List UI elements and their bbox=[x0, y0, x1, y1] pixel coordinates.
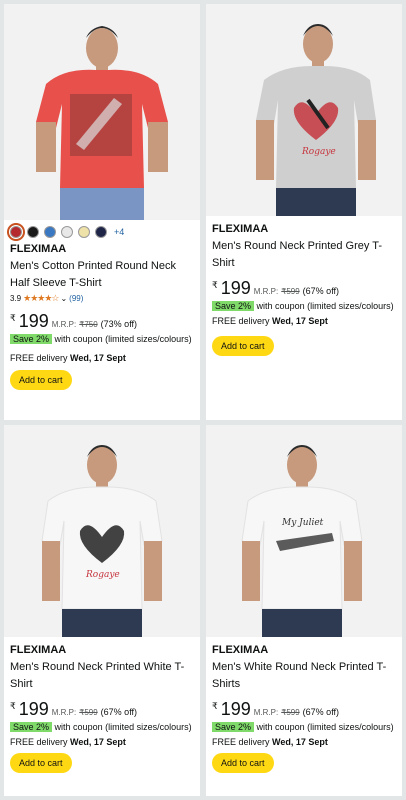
model-photo: Rogaye bbox=[4, 425, 200, 637]
model-photo: My Juliet bbox=[206, 425, 402, 637]
product-card[interactable]: +4 FLEXIMAA Men's Cotton Printed Round N… bbox=[4, 4, 200, 420]
delivery-info: FREE delivery Wed, 17 Sept bbox=[10, 353, 194, 363]
delivery-prefix: FREE delivery bbox=[212, 736, 270, 747]
price-row: ₹ 199 M.R.P: ₹750 (73% off) bbox=[10, 311, 194, 332]
price: 199 bbox=[18, 311, 49, 331]
delivery-info: FREE delivery Wed, 17 Sept bbox=[212, 316, 396, 326]
product-image[interactable] bbox=[4, 4, 200, 220]
add-to-cart-button[interactable]: Add to cart bbox=[10, 752, 72, 773]
mrp-value: ₹599 bbox=[281, 708, 300, 717]
product-card[interactable]: My Juliet FLEXIMAA Men's White Round Nec… bbox=[206, 425, 402, 796]
delivery-date: Wed, 17 Sept bbox=[272, 315, 328, 326]
discount: (67% off) bbox=[302, 707, 340, 717]
coupon-text: with coupon (limited sizes/colours) bbox=[256, 722, 394, 732]
mrp-value: ₹750 bbox=[79, 320, 98, 329]
price-row: ₹ 199 M.R.P: ₹599 (67% off) bbox=[212, 278, 396, 299]
star-icons: ★★★★☆ bbox=[23, 293, 59, 303]
currency-symbol: ₹ bbox=[212, 280, 218, 290]
coupon-badge[interactable]: Save 2% bbox=[212, 301, 255, 311]
coupon-text: with coupon (limited sizes/colours) bbox=[256, 301, 394, 311]
mrp-label: M.R.P: bbox=[253, 287, 279, 296]
currency-symbol: ₹ bbox=[212, 701, 218, 711]
mrp-value: ₹599 bbox=[79, 708, 98, 717]
coupon-badge[interactable]: Save 2% bbox=[10, 334, 53, 344]
price: 199 bbox=[220, 278, 251, 298]
coupon-row: Save 2% with coupon (limited sizes/colou… bbox=[212, 300, 396, 313]
mrp-label: M.R.P: bbox=[51, 320, 77, 329]
discount: (67% off) bbox=[100, 707, 138, 717]
price: 199 bbox=[220, 699, 251, 719]
product-title[interactable]: Men's Round Neck Printed Grey T-Shirt bbox=[212, 238, 396, 271]
svg-text:Rogaye: Rogaye bbox=[301, 147, 336, 157]
mrp-label: M.R.P: bbox=[253, 708, 279, 717]
delivery-date: Wed, 17 Sept bbox=[272, 736, 328, 747]
brand-name: FLEXIMAA bbox=[10, 243, 67, 255]
color-swatch[interactable] bbox=[78, 226, 90, 238]
color-swatch[interactable] bbox=[27, 226, 39, 238]
currency-symbol: ₹ bbox=[10, 313, 16, 323]
color-swatch[interactable] bbox=[61, 226, 73, 238]
product-grid: +4 FLEXIMAA Men's Cotton Printed Round N… bbox=[0, 0, 406, 800]
price: 199 bbox=[18, 699, 49, 719]
brand-name: FLEXIMAA bbox=[10, 644, 67, 656]
discount: (73% off) bbox=[100, 319, 138, 329]
product-title[interactable]: Men's Round Neck Printed White T-Shirt bbox=[10, 659, 194, 692]
delivery-prefix: FREE delivery bbox=[10, 352, 68, 363]
rating-value: 3.9 bbox=[10, 294, 22, 303]
currency-symbol: ₹ bbox=[10, 701, 16, 711]
product-card[interactable]: Rogaye FLEXIMAA Men's Round Neck Printed… bbox=[206, 4, 402, 420]
product-card[interactable]: Rogaye FLEXIMAA Men's Round Neck Printed… bbox=[4, 425, 200, 796]
mrp-label: M.R.P: bbox=[51, 708, 77, 717]
model-photo: Rogaye bbox=[206, 4, 402, 216]
rating-row[interactable]: 3.9 ★★★★☆ ⌄ (99) bbox=[10, 293, 194, 304]
discount: (67% off) bbox=[302, 286, 340, 296]
svg-text:My Juliet: My Juliet bbox=[281, 518, 324, 528]
coupon-badge[interactable]: Save 2% bbox=[10, 722, 53, 732]
color-swatch[interactable] bbox=[95, 226, 107, 238]
coupon-row: Save 2% with coupon (limited sizes/colou… bbox=[212, 721, 396, 734]
svg-text:Rogaye: Rogaye bbox=[85, 570, 120, 580]
coupon-badge[interactable]: Save 2% bbox=[212, 722, 255, 732]
color-swatch[interactable] bbox=[44, 226, 56, 238]
brand-name: FLEXIMAA bbox=[212, 644, 269, 656]
coupon-text: with coupon (limited sizes/colours) bbox=[54, 722, 192, 732]
price-row: ₹ 199 M.R.P: ₹599 (67% off) bbox=[212, 699, 396, 720]
color-swatch[interactable] bbox=[7, 223, 25, 241]
more-colors-link[interactable]: +4 bbox=[114, 227, 124, 237]
chevron-down-icon[interactable]: ⌄ bbox=[60, 294, 67, 303]
product-image[interactable]: Rogaye bbox=[206, 4, 402, 216]
product-title[interactable]: Men's White Round Neck Printed T-Shirts bbox=[212, 659, 396, 692]
delivery-prefix: FREE delivery bbox=[212, 315, 270, 326]
delivery-info: FREE delivery Wed, 17 Sept bbox=[212, 737, 396, 747]
delivery-prefix: FREE delivery bbox=[10, 736, 68, 747]
price-row: ₹ 199 M.R.P: ₹599 (67% off) bbox=[10, 699, 194, 720]
color-swatches: +4 bbox=[7, 223, 194, 241]
coupon-text: with coupon (limited sizes/colours) bbox=[54, 334, 192, 344]
model-photo bbox=[4, 4, 200, 220]
add-to-cart-button[interactable]: Add to cart bbox=[10, 369, 72, 390]
coupon-row: Save 2% with coupon (limited sizes/colou… bbox=[10, 721, 194, 734]
product-image[interactable]: Rogaye bbox=[4, 425, 200, 637]
add-to-cart-button[interactable]: Add to cart bbox=[212, 752, 274, 773]
delivery-date: Wed, 17 Sept bbox=[70, 736, 126, 747]
delivery-info: FREE delivery Wed, 17 Sept bbox=[10, 737, 194, 747]
product-title[interactable]: Men's Cotton Printed Round Neck Half Sle… bbox=[10, 258, 194, 291]
add-to-cart-button[interactable]: Add to cart bbox=[212, 335, 274, 356]
rating-count-link[interactable]: (99) bbox=[69, 294, 83, 303]
delivery-date: Wed, 17 Sept bbox=[70, 352, 126, 363]
product-image[interactable]: My Juliet bbox=[206, 425, 402, 637]
coupon-row: Save 2% with coupon (limited sizes/colou… bbox=[10, 333, 194, 346]
mrp-value: ₹599 bbox=[281, 287, 300, 296]
brand-name: FLEXIMAA bbox=[212, 223, 269, 235]
